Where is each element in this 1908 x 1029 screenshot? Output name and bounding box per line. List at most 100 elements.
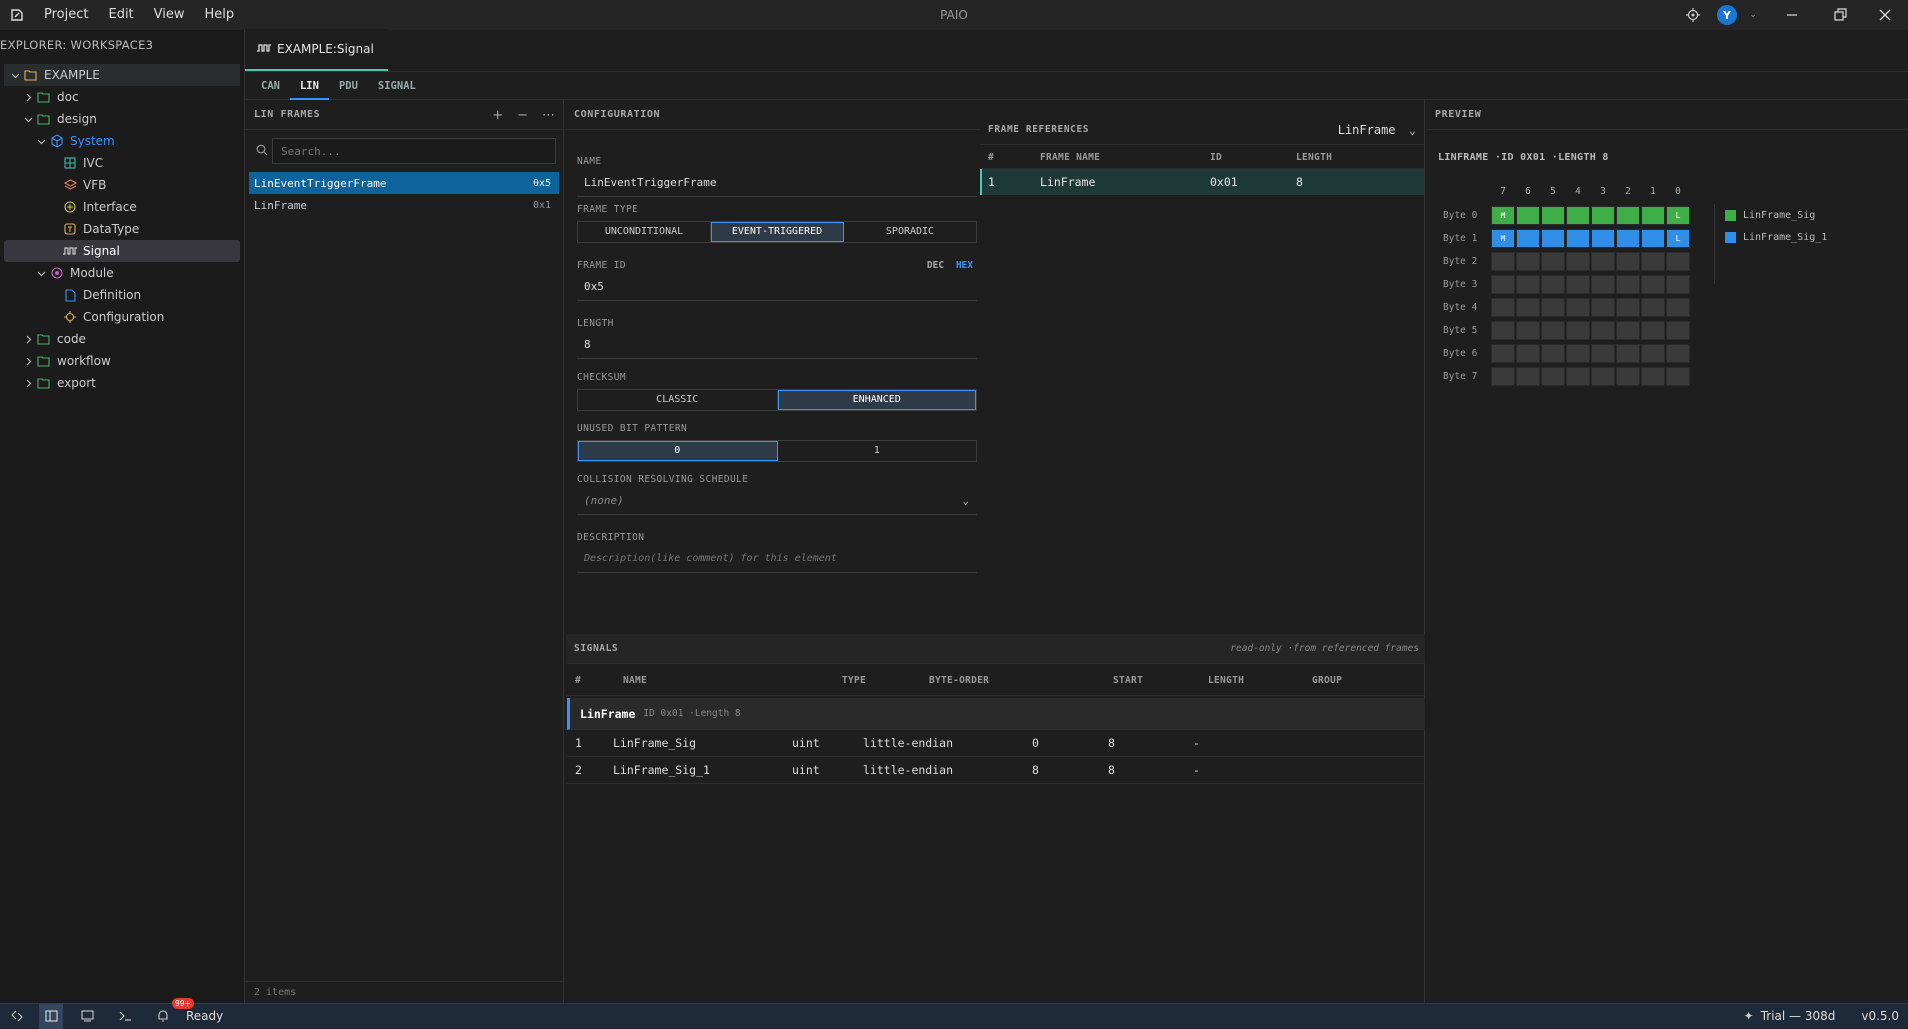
list-item[interactable]: LinFrame 0x1 [249, 194, 559, 216]
bit-cell[interactable] [1591, 206, 1615, 225]
tree-item-datatype[interactable]: DataType [4, 218, 240, 240]
bit-cell[interactable] [1666, 367, 1690, 386]
settings-icon[interactable] [1674, 0, 1712, 30]
frame-ref-dropdown[interactable]: LinFrame ⌄ [1338, 115, 1416, 144]
chevron-right-icon[interactable] [21, 335, 35, 344]
bit-cell[interactable] [1641, 321, 1665, 340]
chevron-right-icon[interactable] [21, 357, 35, 366]
bit-cell[interactable] [1516, 298, 1540, 317]
tree-item-vfb[interactable]: VFB [4, 174, 240, 196]
description-input[interactable]: Description(like comment) for this eleme… [577, 549, 977, 573]
app-logo-icon[interactable] [0, 0, 34, 30]
table-row[interactable]: 2 LinFrame_Sig_1 uint little-endian 8 8 - [567, 757, 1425, 784]
tab-signal[interactable]: SIGNAL [368, 72, 426, 100]
bit-cell[interactable] [1666, 275, 1690, 294]
bit-cell[interactable] [1591, 298, 1615, 317]
bit-cell[interactable] [1616, 344, 1640, 363]
tree-item-export[interactable]: export [4, 372, 240, 394]
chevron-down-icon[interactable] [34, 269, 48, 278]
table-row[interactable]: 1 LinFrame_Sig uint little-endian 0 8 - [567, 730, 1425, 757]
dec-toggle[interactable]: DEC [927, 260, 944, 271]
name-input[interactable]: LinEventTriggerFrame [577, 173, 977, 197]
bit-cell[interactable] [1641, 344, 1665, 363]
bit-cell[interactable] [1516, 206, 1540, 225]
bit-cell[interactable] [1541, 367, 1565, 386]
length-input[interactable]: 8 [577, 335, 977, 359]
bit-cell[interactable] [1541, 275, 1565, 294]
frame-type-unconditional[interactable]: UNCONDITIONAL [578, 222, 711, 242]
chevron-down-icon[interactable] [8, 71, 22, 80]
remote-icon[interactable] [0, 1004, 34, 1029]
bit-cell[interactable] [1591, 344, 1615, 363]
add-icon[interactable]: + [492, 108, 503, 123]
bit-cell[interactable] [1591, 229, 1615, 248]
bit-cell[interactable] [1541, 344, 1565, 363]
user-avatar[interactable]: Y [1712, 0, 1742, 30]
tab-can[interactable]: CAN [251, 72, 290, 100]
frame-type-event-triggered[interactable]: EVENT-TRIGGERED [711, 222, 844, 242]
bit-cell[interactable] [1641, 229, 1665, 248]
bit-cell[interactable] [1616, 252, 1640, 271]
bit-cell[interactable] [1666, 298, 1690, 317]
bit-cell[interactable] [1591, 275, 1615, 294]
bit-cell[interactable]: M [1491, 206, 1515, 225]
bit-cell[interactable] [1566, 275, 1590, 294]
tab-lin[interactable]: LIN [289, 72, 329, 100]
tree-item-configuration[interactable]: Configuration [4, 306, 240, 328]
chevron-right-icon[interactable] [21, 379, 35, 388]
close-icon[interactable] [1862, 0, 1908, 30]
menu-project[interactable]: Project [34, 0, 98, 30]
bit-cell[interactable] [1566, 229, 1590, 248]
tree-item-module[interactable]: Module [4, 262, 240, 284]
minimize-icon[interactable] [1764, 0, 1820, 30]
tree-item-workflow[interactable]: workflow [4, 350, 240, 372]
tree-item-ivc[interactable]: IVC [4, 152, 240, 174]
list-item[interactable]: LinEventTriggerFrame 0x5 [249, 172, 559, 194]
tree-item-design[interactable]: design [4, 108, 240, 130]
bit-cell[interactable]: M [1491, 229, 1515, 248]
bit-cell[interactable] [1516, 367, 1540, 386]
bit-cell[interactable]: L [1666, 229, 1690, 248]
chevron-right-icon[interactable] [21, 93, 35, 102]
more-icon[interactable]: ⋯ [542, 108, 555, 123]
tree-item-doc[interactable]: doc [4, 86, 240, 108]
bit-cell[interactable] [1641, 367, 1665, 386]
chevron-down-icon[interactable] [34, 137, 48, 146]
bit-cell[interactable] [1491, 367, 1515, 386]
bit-cell[interactable] [1591, 252, 1615, 271]
bit-cell[interactable] [1566, 367, 1590, 386]
unused-bit-0[interactable]: 0 [578, 441, 778, 461]
tab-pdu[interactable]: PDU [329, 72, 368, 100]
menu-help[interactable]: Help [195, 0, 245, 30]
chevron-down-icon[interactable] [21, 115, 35, 124]
trial-status[interactable]: Trial — 308d [1761, 1009, 1836, 1023]
bit-cell[interactable] [1666, 344, 1690, 363]
bit-cell[interactable] [1516, 275, 1540, 294]
table-row[interactable]: 1 LinFrame 0x01 8 [980, 169, 1424, 195]
bit-cell[interactable] [1616, 298, 1640, 317]
terminal-icon[interactable] [106, 1004, 144, 1029]
bit-cell[interactable] [1516, 321, 1540, 340]
bit-cell[interactable] [1566, 321, 1590, 340]
bit-cell[interactable] [1541, 321, 1565, 340]
bit-cell[interactable] [1516, 229, 1540, 248]
bit-cell[interactable] [1491, 298, 1515, 317]
bit-cell[interactable] [1516, 344, 1540, 363]
bit-cell[interactable] [1641, 275, 1665, 294]
unused-bit-1[interactable]: 1 [778, 441, 977, 461]
checksum-classic[interactable]: CLASSIC [578, 390, 778, 410]
bit-cell[interactable] [1666, 252, 1690, 271]
restore-icon[interactable] [1820, 0, 1862, 30]
tree-item-system[interactable]: System [4, 130, 240, 152]
tree-item-signal[interactable]: Signal [4, 240, 240, 262]
tree-item-code[interactable]: code [4, 328, 240, 350]
bit-cell[interactable] [1566, 344, 1590, 363]
sidebar-toggle-icon[interactable] [39, 1003, 63, 1029]
bit-cell[interactable] [1591, 367, 1615, 386]
menu-view[interactable]: View [144, 0, 195, 30]
bit-cell[interactable] [1491, 275, 1515, 294]
bit-cell[interactable] [1616, 229, 1640, 248]
tree-item-interface[interactable]: Interface [4, 196, 240, 218]
bit-cell[interactable] [1616, 275, 1640, 294]
bit-cell[interactable] [1616, 321, 1640, 340]
